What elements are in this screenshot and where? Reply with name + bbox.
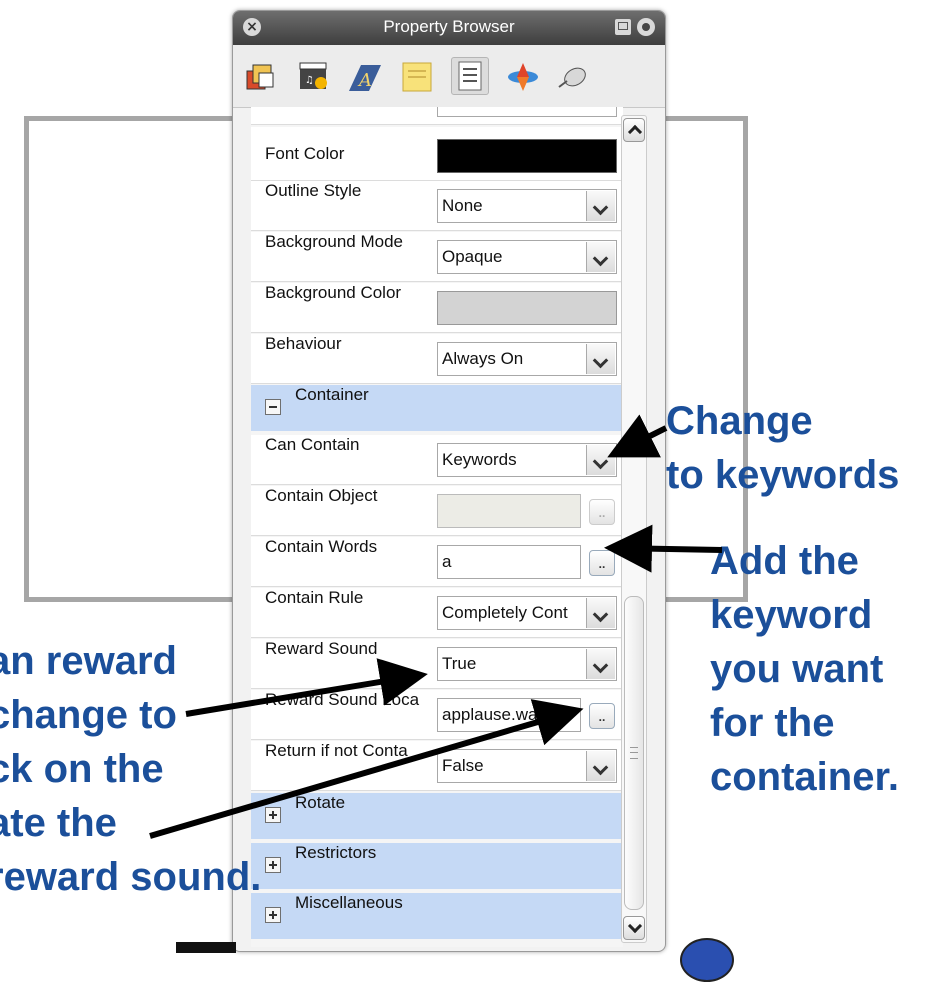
background-shape	[680, 938, 734, 982]
scroll-thumb[interactable]	[624, 596, 644, 910]
outline-style-label: Outline Style	[265, 181, 362, 200]
prop-behaviour: Behaviour Always On	[251, 334, 623, 384]
background-color-swatch[interactable]	[437, 291, 617, 325]
reward-sound-location-input[interactable]: applause.wav	[437, 698, 581, 732]
background-mode-select[interactable]: Opaque	[437, 240, 617, 274]
section-miscellaneous[interactable]: Miscellaneous	[251, 893, 623, 943]
chevron-down-icon[interactable]	[586, 751, 615, 781]
prop-reward-sound-location: Reward Sound Loca applause.wav ..	[251, 690, 623, 740]
font-color-swatch[interactable]	[437, 139, 617, 173]
return-if-not-select[interactable]: False	[437, 749, 617, 783]
spinner-icon[interactable]	[505, 59, 541, 95]
scroll-down-icon[interactable]	[623, 916, 645, 940]
contain-words-label: Contain Words	[265, 537, 378, 556]
section-miscellaneous-label: Miscellaneous	[295, 893, 403, 912]
mouse-icon[interactable]	[555, 59, 591, 95]
prop-reward-sound: Reward Sound True	[251, 639, 623, 689]
prop-contain-object: Contain Object ..	[251, 486, 623, 536]
section-restrictors[interactable]: Restrictors	[251, 843, 623, 893]
reward-sound-label: Reward Sound	[265, 639, 378, 658]
close-icon[interactable]: ×	[243, 18, 261, 36]
collapse-icon[interactable]	[265, 399, 281, 415]
contain-rule-label: Contain Rule	[265, 588, 364, 607]
dock-icon[interactable]	[615, 19, 631, 35]
section-rotate[interactable]: Rotate	[251, 793, 623, 843]
font-color-label: Font Color	[265, 144, 345, 163]
behaviour-label: Behaviour	[265, 334, 342, 353]
contain-object-field	[437, 494, 581, 528]
property-grid: Font Color Outline Style None Background…	[251, 107, 623, 947]
background-color-label: Background Color	[265, 283, 402, 302]
expand-icon[interactable]	[265, 907, 281, 923]
annotation-change-keywords: Change to keywords	[666, 399, 900, 497]
annotation-add-keyword: Add the keyword you want for the contain…	[710, 539, 899, 799]
expand-icon[interactable]	[265, 807, 281, 823]
contain-object-browse-button: ..	[589, 499, 615, 525]
return-if-not-value: False	[442, 756, 484, 775]
scroll-up-icon[interactable]	[623, 118, 645, 142]
text-style-icon[interactable]: A	[347, 59, 383, 95]
svg-text:A: A	[357, 70, 372, 91]
prop-contain-words: Contain Words a ..	[251, 537, 623, 587]
can-contain-value: Keywords	[442, 450, 517, 469]
prop-can-contain: Can Contain Keywords	[251, 435, 623, 485]
media-icon[interactable]: ♫	[297, 59, 333, 95]
toolbar: ♫ A	[233, 45, 665, 108]
contain-rule-value: Completely Cont	[442, 603, 568, 622]
properties-icon[interactable]	[451, 57, 489, 95]
can-contain-label: Can Contain	[265, 435, 360, 454]
expand-icon[interactable]	[265, 857, 281, 873]
chevron-down-icon[interactable]	[586, 344, 615, 374]
background-mode-label: Background Mode	[265, 232, 403, 251]
chevron-down-icon[interactable]	[586, 242, 615, 272]
vertical-scrollbar[interactable]	[621, 115, 647, 943]
partial-row	[251, 107, 623, 125]
property-browser-window: Property Browser × ♫ A Font Color Outlin…	[232, 10, 666, 952]
contain-object-label: Contain Object	[265, 486, 378, 505]
can-contain-select[interactable]: Keywords	[437, 443, 617, 477]
section-rotate-label: Rotate	[295, 793, 346, 812]
svg-text:♫: ♫	[305, 75, 314, 86]
prop-font-color: Font Color	[251, 127, 623, 181]
note-icon[interactable]	[399, 59, 435, 95]
chevron-down-icon[interactable]	[586, 445, 615, 475]
section-container-label: Container	[295, 385, 369, 404]
reward-sound-browse-button[interactable]: ..	[589, 703, 615, 729]
window-title: Property Browser	[233, 11, 665, 45]
prop-outline-style: Outline Style None	[251, 181, 623, 231]
section-container[interactable]: Container	[251, 385, 623, 435]
contain-words-browse-button[interactable]: ..	[589, 550, 615, 576]
background-mode-value: Opaque	[442, 247, 503, 266]
reward-sound-location-label: Reward Sound Loca	[265, 690, 420, 709]
contain-words-input[interactable]: a	[437, 545, 581, 579]
prop-background-mode: Background Mode Opaque	[251, 232, 623, 282]
background-bar	[176, 942, 236, 953]
prop-contain-rule: Contain Rule Completely Cont	[251, 588, 623, 638]
annotation-reward-note: an reward change to ck on the ate the re…	[0, 639, 262, 899]
contain-rule-select[interactable]: Completely Cont	[437, 596, 617, 630]
pin-icon[interactable]	[637, 18, 655, 36]
prop-return-if-not: Return if not Conta False	[251, 741, 623, 791]
grip-icon	[630, 747, 638, 759]
chevron-down-icon[interactable]	[586, 191, 615, 221]
reward-sound-value: True	[442, 654, 477, 673]
section-restrictors-label: Restrictors	[295, 843, 377, 862]
behaviour-select[interactable]: Always On	[437, 342, 617, 376]
chevron-down-icon[interactable]	[586, 598, 615, 628]
prop-background-color: Background Color	[251, 283, 623, 333]
reward-sound-select[interactable]: True	[437, 647, 617, 681]
behaviour-value: Always On	[442, 349, 524, 368]
return-if-not-label: Return if not Conta	[265, 741, 408, 760]
outline-style-select[interactable]: None	[437, 189, 617, 223]
objects-icon[interactable]	[243, 59, 279, 95]
chevron-down-icon[interactable]	[586, 649, 615, 679]
outline-style-value: None	[442, 196, 483, 215]
